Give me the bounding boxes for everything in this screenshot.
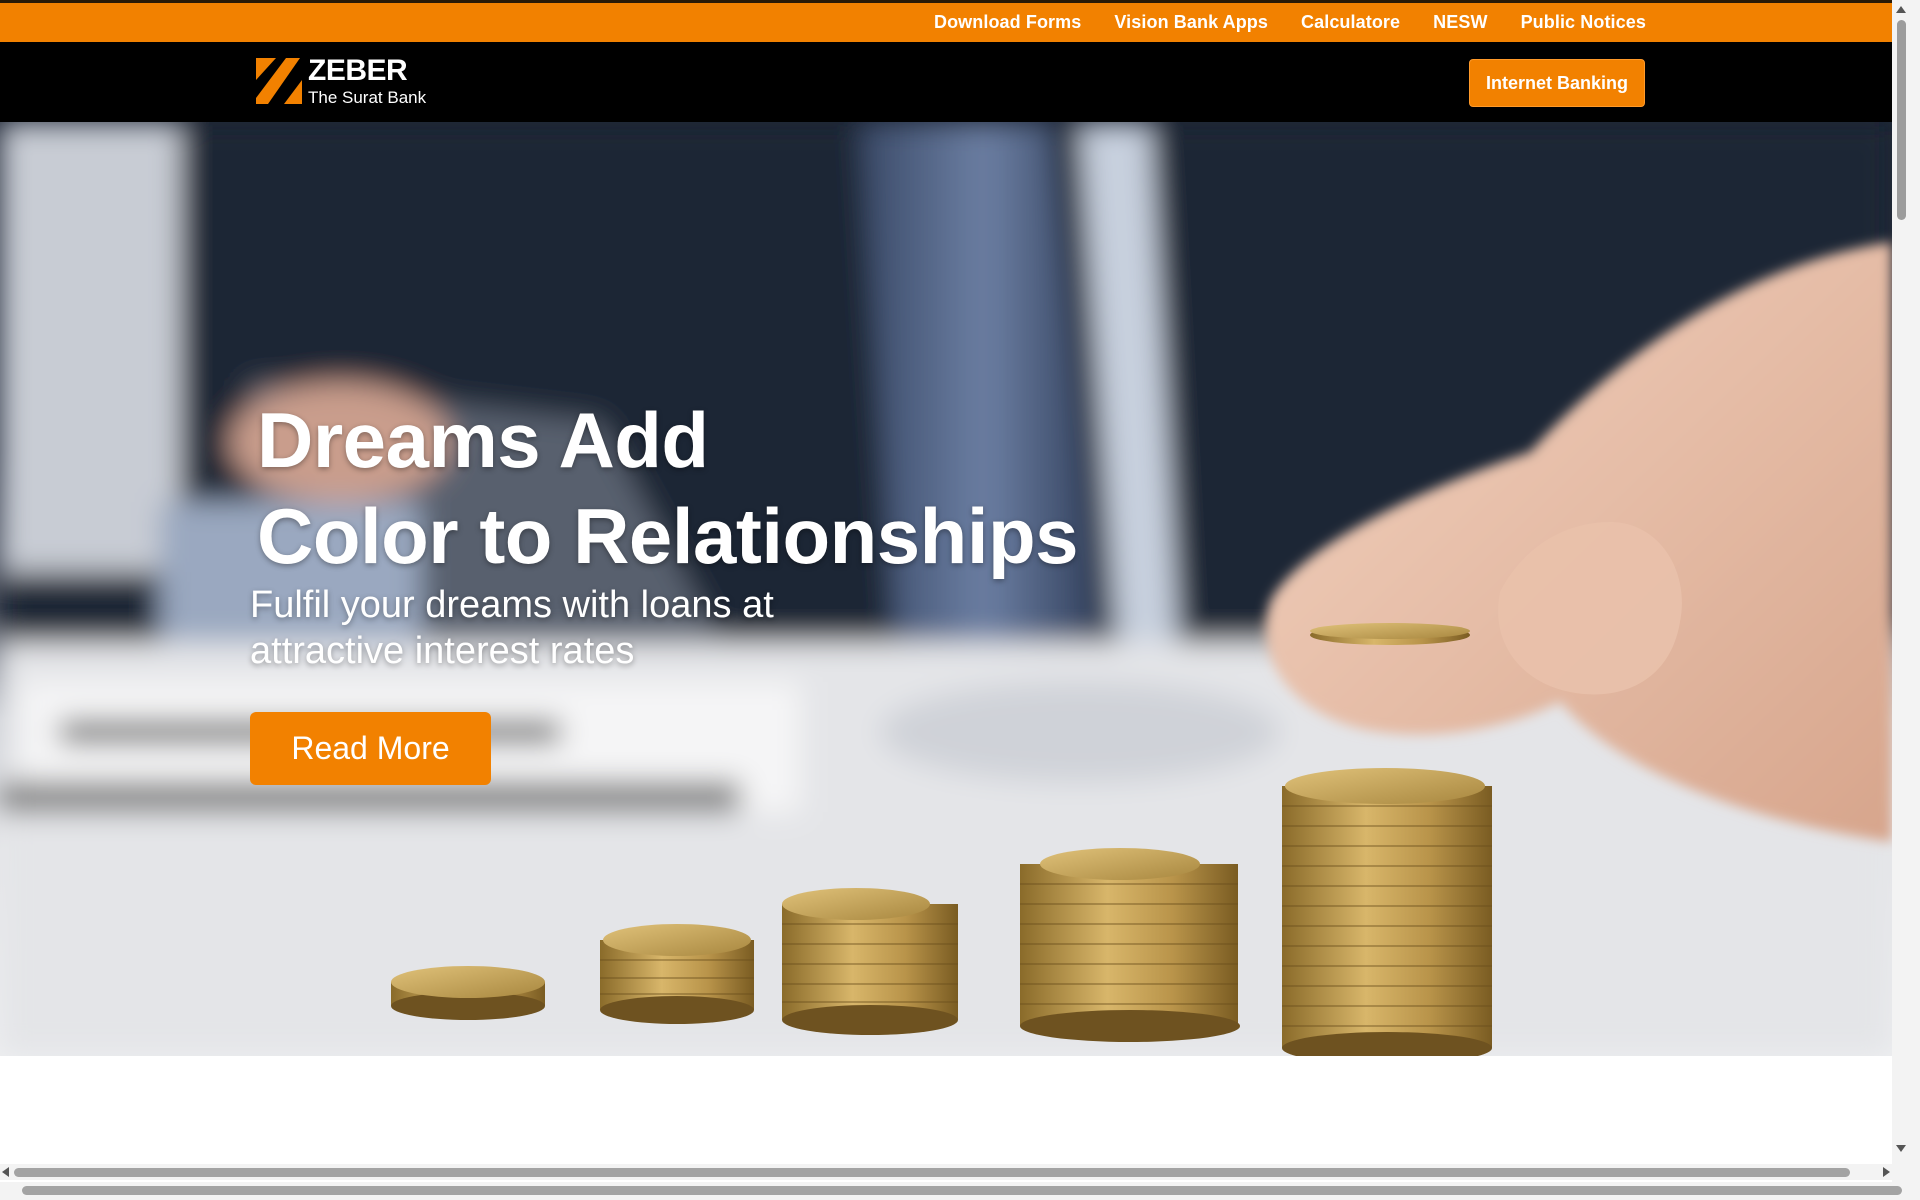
header: ZEBER The Surat Bank Internet Banking <box>0 42 1892 122</box>
zeber-logo-icon <box>256 58 302 104</box>
hero-title: Dreams Add Color to Relationships <box>257 392 1079 584</box>
top-bar: Download Forms Vision Bank Apps Calculat… <box>0 0 1892 42</box>
logo-text: ZEBER The Surat Bank <box>308 54 427 107</box>
nav-vision-bank-apps[interactable]: Vision Bank Apps <box>1114 12 1268 33</box>
nav-download-forms[interactable]: Download Forms <box>934 12 1081 33</box>
scroll-down-arrow-icon[interactable] <box>1896 1145 1906 1152</box>
logo-subtitle: The Surat Bank <box>308 88 427 107</box>
horizontal-scroll-thumb[interactable] <box>14 1168 1850 1177</box>
nav-public-notices[interactable]: Public Notices <box>1521 12 1646 33</box>
page-horizontal-scrollbar[interactable] <box>0 1182 1902 1200</box>
vertical-scroll-thumb[interactable] <box>1897 20 1906 220</box>
nav-calculatore[interactable]: Calculatore <box>1301 12 1400 33</box>
logo[interactable]: ZEBER The Surat Bank <box>256 56 426 106</box>
vertical-scrollbar[interactable] <box>1892 0 1920 1200</box>
hero-banner: Dreams Add Color to Relationships Fulfil… <box>0 122 1892 1056</box>
hero-subtitle-line-1: Fulfil your dreams with loans at <box>250 584 774 626</box>
scroll-left-arrow-icon[interactable] <box>2 1167 9 1177</box>
internet-banking-button[interactable]: Internet Banking <box>1469 59 1645 107</box>
scroll-right-arrow-icon[interactable] <box>1883 1167 1890 1177</box>
top-nav: Download Forms Vision Bank Apps Calculat… <box>934 3 1646 42</box>
hero-subtitle-line-2: attractive interest rates <box>250 630 635 672</box>
hero-title-line-2: Color to Relationships <box>257 492 1079 580</box>
hero-title-line-1: Dreams Add <box>257 396 709 484</box>
hero-subtitle: Fulfil your dreams with loans at attract… <box>250 582 870 674</box>
page-horizontal-scroll-thumb[interactable] <box>22 1186 1902 1195</box>
logo-name: ZEBER <box>308 54 408 87</box>
nav-nesw[interactable]: NESW <box>1433 12 1487 33</box>
page: Download Forms Vision Bank Apps Calculat… <box>0 0 1920 1200</box>
horizontal-scrollbar[interactable] <box>0 1164 1892 1180</box>
read-more-button[interactable]: Read More <box>250 712 491 785</box>
scroll-up-arrow-icon[interactable] <box>1896 6 1906 13</box>
